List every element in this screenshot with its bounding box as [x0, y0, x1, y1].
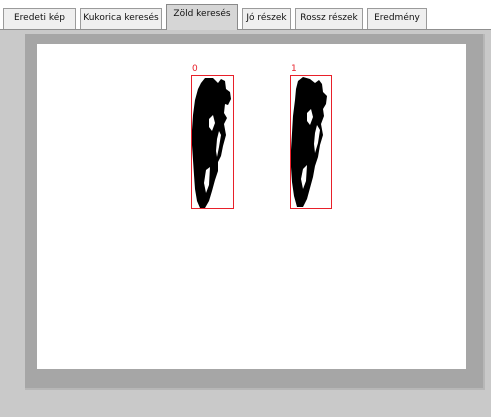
roi-label-0: 0 [192, 64, 198, 74]
roi-label-1: 1 [291, 64, 297, 74]
green-blob-0 [192, 78, 231, 208]
tab-bar: Eredeti kép Kukorica keresés Zöld keresé… [0, 0, 491, 30]
tab-eredmeny[interactable]: Eredmény [367, 8, 427, 29]
image-canvas [37, 44, 466, 369]
green-blob-1 [291, 77, 327, 207]
tab-rossz-reszek[interactable]: Rossz részek [295, 8, 363, 29]
tab-eredeti-kep[interactable]: Eredeti kép [3, 8, 76, 29]
application-window: Eredeti kép Kukorica keresés Zöld keresé… [0, 0, 491, 417]
tab-jo-reszek[interactable]: Jó részek [242, 8, 291, 29]
tab-kukorica-kereses[interactable]: Kukorica keresés [80, 8, 162, 29]
tab-zold-kereses[interactable]: Zöld keresés [166, 4, 238, 30]
